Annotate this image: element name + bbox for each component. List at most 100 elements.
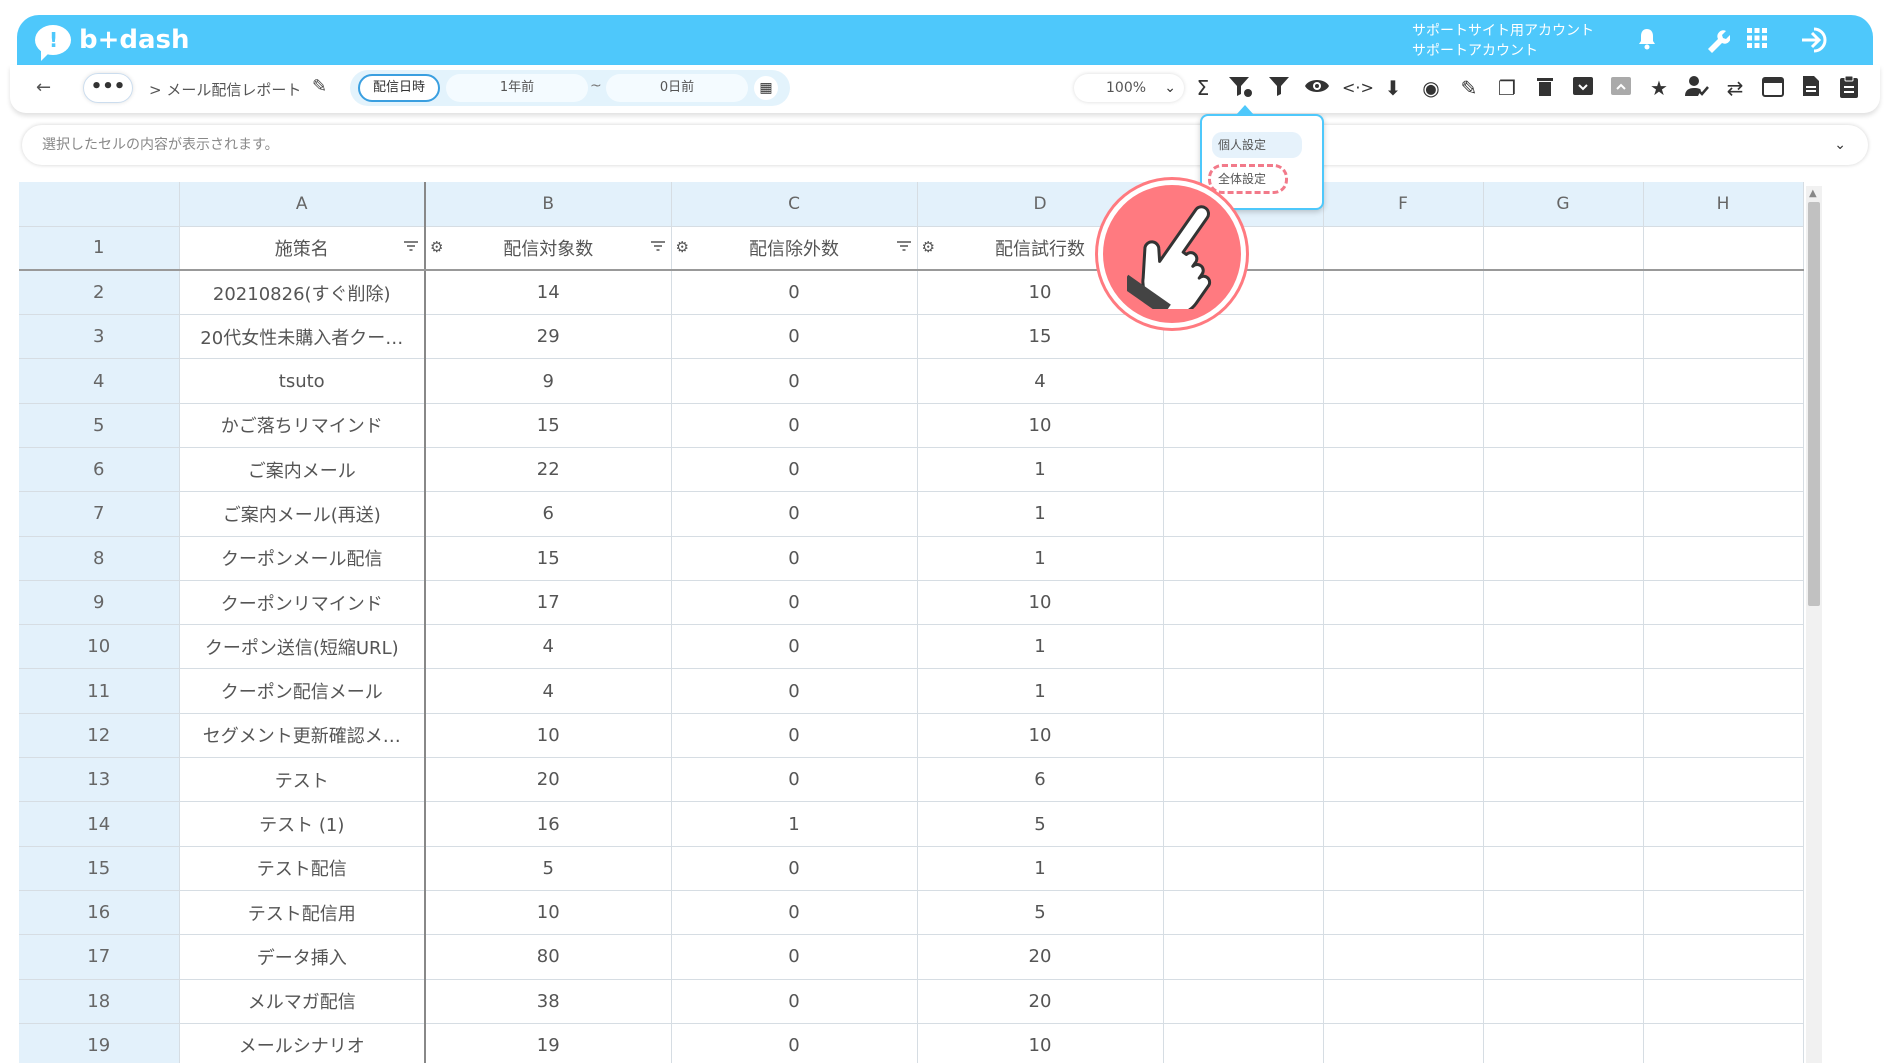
grid-cell[interactable] — [1163, 713, 1324, 759]
cell-target-count[interactable]: 10 — [424, 890, 672, 936]
grid-cell[interactable] — [1163, 801, 1324, 847]
cell-attempt-count[interactable]: 1 — [917, 447, 1164, 493]
row-number[interactable]: 8 — [19, 536, 180, 581]
cell-target-count[interactable]: 19 — [424, 1023, 672, 1063]
cell-target-count[interactable]: 14 — [424, 270, 672, 316]
cell-attempt-count[interactable]: 5 — [917, 890, 1164, 936]
grid-cell[interactable] — [1483, 1023, 1644, 1063]
logout-icon[interactable] — [1799, 27, 1833, 53]
cell-target-count[interactable]: 15 — [424, 403, 672, 448]
cell-target-count[interactable]: 10 — [424, 713, 672, 759]
grid-cell[interactable] — [1323, 1023, 1484, 1063]
cell-target-count[interactable]: 6 — [424, 491, 672, 537]
cell-target-count[interactable]: 22 — [424, 447, 672, 493]
edit-title-icon[interactable]: ✎ — [312, 76, 327, 97]
grid-cell[interactable] — [1323, 226, 1484, 272]
grid-cell[interactable] — [1643, 226, 1804, 272]
grid-cell[interactable] — [1483, 536, 1644, 581]
cell-excluded-count[interactable]: 0 — [671, 979, 918, 1024]
grid-cell[interactable] — [1323, 624, 1484, 670]
cell-excluded-count[interactable]: 0 — [671, 491, 918, 537]
filter-settings-icon[interactable] — [1228, 75, 1254, 101]
grid-cell[interactable] — [1483, 890, 1644, 936]
row-number[interactable]: 13 — [19, 757, 180, 803]
edit-icon[interactable]: ✎ — [1456, 75, 1482, 101]
grid-cell[interactable] — [1643, 846, 1804, 891]
date-field-selector[interactable]: 配信日時 — [358, 74, 440, 102]
row-number[interactable]: 15 — [19, 846, 180, 891]
column-header-c[interactable]: C — [671, 182, 918, 227]
cell-campaign-name[interactable]: メルマガ配信 — [179, 979, 426, 1024]
cell-attempt-count[interactable]: 10 — [917, 403, 1164, 448]
cell-campaign-name[interactable]: かご落ちリマインド — [179, 403, 426, 448]
grid-cell[interactable] — [1643, 979, 1804, 1024]
chevron-down-icon[interactable]: ⌄ — [1834, 125, 1846, 165]
grid-cell[interactable] — [1163, 1023, 1324, 1063]
grid-cell[interactable] — [1483, 934, 1644, 980]
row-number[interactable]: 1 — [19, 226, 180, 272]
grid-cell[interactable] — [1323, 801, 1484, 847]
cell-attempt-count[interactable]: 4 — [917, 358, 1164, 404]
apps-grid-icon[interactable] — [1744, 27, 1770, 53]
cell-excluded-count[interactable]: 0 — [671, 668, 918, 714]
filter-icon[interactable] — [1266, 75, 1292, 101]
calendar-icon[interactable] — [1760, 75, 1786, 101]
cell-target-count[interactable]: 80 — [424, 934, 672, 980]
cell-attempt-count[interactable]: 20 — [917, 979, 1164, 1024]
row-number[interactable]: 17 — [19, 934, 180, 980]
grid-cell[interactable] — [1163, 668, 1324, 714]
grid-cell[interactable] — [1323, 314, 1484, 360]
more-button[interactable]: ••• — [83, 73, 133, 103]
grid-cell[interactable] — [1323, 358, 1484, 404]
scroll-up-arrow-icon[interactable]: ▲ — [1809, 188, 1817, 199]
field-header-cell[interactable]: ⚙ 配信対象数 — [424, 226, 672, 272]
cell-excluded-count[interactable]: 0 — [671, 713, 918, 759]
grid-cell[interactable] — [1483, 757, 1644, 803]
grid-cell[interactable] — [1163, 624, 1324, 670]
grid-cell[interactable] — [1323, 890, 1484, 936]
cell-target-count[interactable]: 29 — [424, 314, 672, 360]
logo[interactable]: ! b+dash — [35, 25, 190, 61]
cell-target-count[interactable]: 4 — [424, 624, 672, 670]
cell-target-count[interactable]: 38 — [424, 979, 672, 1024]
grid-cell[interactable] — [1643, 580, 1804, 626]
grid-cell[interactable] — [1643, 358, 1804, 404]
grid-cell[interactable] — [1643, 314, 1804, 360]
grid-cell[interactable] — [1163, 403, 1324, 448]
archive-icon[interactable] — [1570, 75, 1596, 101]
grid-cell[interactable] — [1163, 934, 1324, 980]
grid-cell[interactable] — [1643, 934, 1804, 980]
field-header-cell[interactable]: 施策名 — [179, 226, 426, 272]
grid-cell[interactable] — [1323, 846, 1484, 891]
date-from-input[interactable]: 1年前 — [446, 74, 588, 102]
cell-excluded-count[interactable]: 0 — [671, 536, 918, 581]
personal-settings-item[interactable]: 個人設定 — [1212, 132, 1302, 158]
grid-cell[interactable] — [1643, 270, 1804, 316]
calendar-picker-icon[interactable]: ▦ — [754, 76, 778, 100]
wrench-icon[interactable] — [1704, 27, 1731, 53]
grid-cell[interactable] — [1163, 890, 1324, 936]
grid-cell[interactable] — [1323, 668, 1484, 714]
column-header-g[interactable]: G — [1483, 182, 1644, 227]
cell-campaign-name[interactable]: テスト (1) — [179, 801, 426, 847]
cell-attempt-count[interactable]: 1 — [917, 491, 1164, 537]
cell-excluded-count[interactable]: 1 — [671, 801, 918, 847]
grid-cell[interactable] — [1483, 624, 1644, 670]
grid-cell[interactable] — [1643, 801, 1804, 847]
grid-cell[interactable] — [1643, 713, 1804, 759]
vertical-scrollbar[interactable]: ▲ — [1806, 186, 1822, 1063]
zoom-select[interactable]: 100% ⌄ — [1074, 74, 1184, 102]
cell-campaign-name[interactable]: クーポン配信メール — [179, 668, 426, 714]
unarchive-icon[interactable] — [1608, 75, 1634, 101]
cell-excluded-count[interactable]: 0 — [671, 447, 918, 493]
column-filter-icon[interactable] — [404, 239, 418, 255]
bell-icon[interactable] — [1634, 27, 1660, 53]
cell-campaign-name[interactable]: クーポンメール配信 — [179, 536, 426, 581]
grid-cell[interactable] — [1483, 270, 1644, 316]
grid-cell[interactable] — [1483, 491, 1644, 537]
cell-attempt-count[interactable]: 5 — [917, 801, 1164, 847]
cell-excluded-count[interactable]: 0 — [671, 403, 918, 448]
grid-cell[interactable] — [1483, 403, 1644, 448]
cell-campaign-name[interactable]: tsuto — [179, 358, 426, 404]
column-filter-icon[interactable] — [650, 239, 665, 255]
